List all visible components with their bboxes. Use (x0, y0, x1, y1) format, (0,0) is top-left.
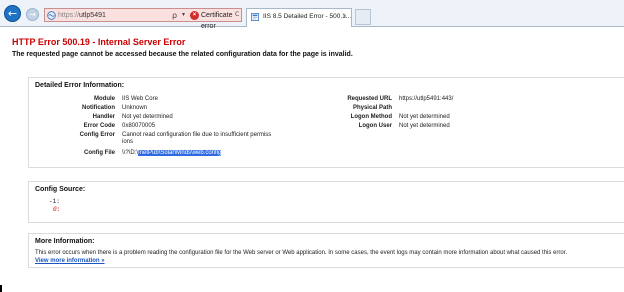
address-bar[interactable]: https://utlp5491 ρ ▾ × Certificate error… (44, 8, 242, 30)
forward-button[interactable]: → (26, 8, 39, 21)
tab-close-icon[interactable]: × (343, 12, 347, 22)
detail-label-handler: Handler (92, 114, 115, 120)
tab-favicon-icon (251, 13, 259, 21)
detail-value-logon-method: Not yet determined (399, 114, 450, 120)
detail-value-config-error: Cannot read configuration file due to in… (122, 132, 272, 138)
detailed-error-heading: Detailed Error Information: (35, 82, 125, 89)
window-edge (0, 285, 2, 292)
new-tab-button[interactable] (355, 9, 371, 25)
detail-value-handler: Not yet determined (122, 114, 173, 120)
refresh-icon[interactable]: C (235, 9, 239, 21)
config-file-prefix: \\?\D:\ (122, 150, 139, 156)
address-url-scheme: https:// (58, 12, 80, 19)
page-subtitle: The requested page cannot be accessed be… (12, 51, 353, 58)
page-title: HTTP Error 500.19 - Internal Server Erro… (12, 37, 186, 47)
search-icon[interactable]: ρ (172, 10, 177, 21)
site-favicon-icon (47, 11, 56, 20)
error-page: HTTP Error 500.19 - Internal Server Erro… (0, 28, 624, 292)
back-arrow-icon: ← (7, 7, 18, 20)
detail-value-requested-url: https://utlp5491:443/ (399, 96, 454, 102)
detail-label-requested-url: Requested URL (347, 96, 392, 102)
dropdown-icon[interactable]: ▾ (182, 9, 185, 21)
detail-label-notification: Notification (82, 105, 115, 111)
address-url-host: utlp5491 (79, 12, 106, 19)
tab-label: IIS 8.5 Detailed Error - 500.1... (263, 13, 352, 20)
detailed-error-panel: Detailed Error Information: Module IIS W… (28, 77, 624, 168)
view-more-information-link[interactable]: View more information » (35, 258, 105, 264)
config-file-selection[interactable]: InetPub\SolarWinds\web.config (138, 150, 222, 156)
detail-value-config-error-cont: ions (122, 139, 134, 145)
detail-value-notification: Unknown (122, 105, 148, 111)
detail-value-module: IIS Web Core (122, 96, 158, 102)
config-source-line-number: -1: (49, 198, 60, 205)
detail-label-config-file: Config File (84, 150, 115, 156)
more-information-panel: More Information: This error occurs when… (28, 233, 624, 268)
certificate-error-icon[interactable]: × (190, 11, 199, 20)
detail-label-error-code: Error Code (83, 123, 115, 129)
config-source-heading: Config Source: (35, 186, 86, 193)
detail-label-logon-user: Logon User (358, 123, 392, 129)
detail-value-config-file[interactable]: \\?\D:\InetPub\SolarWinds\web.config (122, 150, 222, 156)
detail-label-physical-path: Physical Path (352, 105, 392, 111)
back-button[interactable]: ← (4, 5, 21, 22)
config-source-panel: Config Source: -1: 0: (28, 181, 624, 223)
config-source-line-code: 0: (53, 206, 61, 213)
forward-arrow-icon: → (29, 10, 36, 19)
detail-label-config-error: Config Error (79, 132, 115, 138)
browser-toolbar: ← → https://utlp5491 ρ ▾ × Certificate e… (0, 0, 624, 30)
address-url[interactable]: https://utlp5491 (58, 10, 106, 21)
detail-label-module: Module (94, 96, 115, 102)
more-information-heading: More Information: (35, 238, 95, 245)
more-information-text: This error occurs when there is a proble… (35, 250, 568, 256)
tab-active[interactable]: IIS 8.5 Detailed Error - 500.1... × (246, 8, 352, 27)
detail-value-logon-user: Not yet determined (399, 123, 450, 129)
detail-label-logon-method: Logon Method (350, 114, 392, 120)
detail-value-error-code: 0x80070005 (122, 123, 156, 129)
